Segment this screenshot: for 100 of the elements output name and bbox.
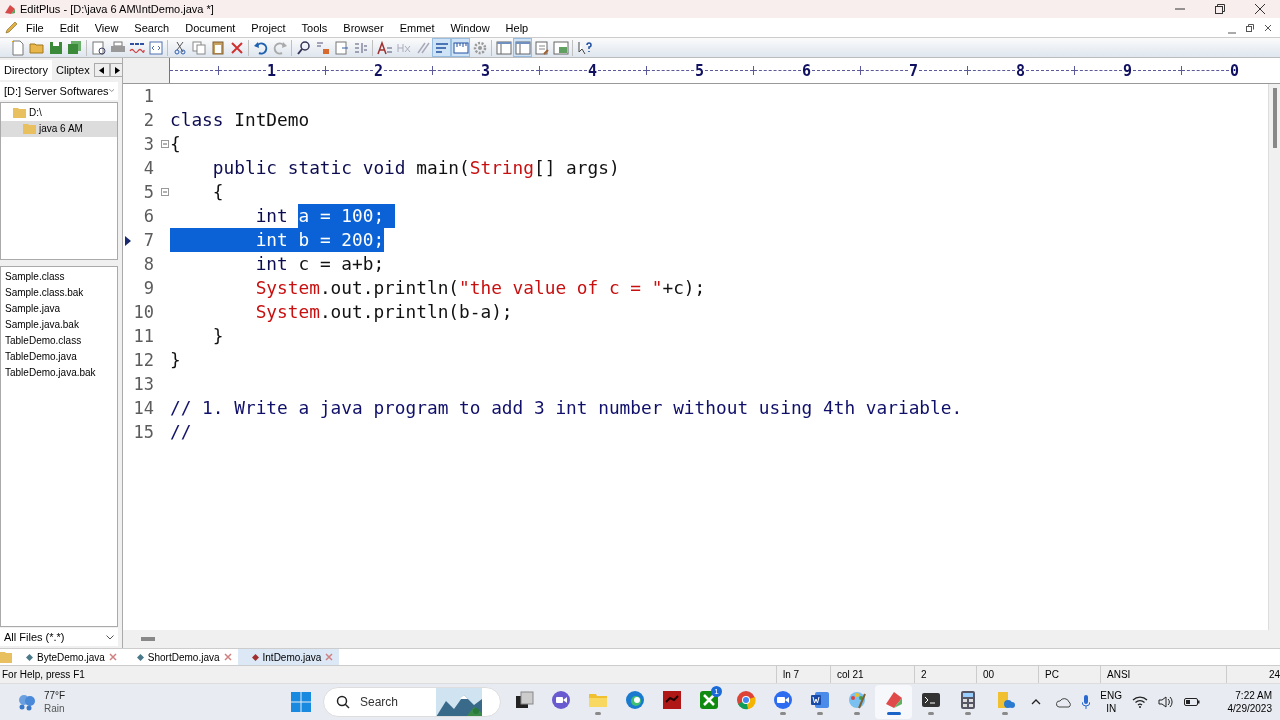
scrollbar-thumb[interactable] [1272,88,1277,148]
word-wrap-button[interactable] [432,38,451,57]
ruler-number: 5 [694,61,705,80]
window-panel-icon [495,39,512,56]
folder-icon [23,123,36,135]
line-number: 2 [142,110,155,130]
chevron-up-icon [1031,699,1042,705]
ruler-number: 8 [1015,61,1026,80]
ruler-button[interactable] [451,38,470,57]
line-number: 15 [132,422,155,442]
tab-label: IntDemo.java [262,651,322,663]
sidebar-tab[interactable]: Directory [0,60,52,80]
language-indicator[interactable]: IN [1106,702,1117,715]
line-number: 8 [142,254,155,274]
menu-item[interactable]: Help [497,21,537,34]
file-list-item[interactable]: Sample.java [5,300,113,317]
file-list-item[interactable]: Sample.class.bak [5,284,113,301]
notes-button[interactable] [532,38,551,57]
notification-badge: 1 [711,686,722,697]
window-panel-button[interactable] [513,38,532,57]
scissors-icon [171,39,188,56]
code-text: int [254,252,288,276]
page-button[interactable] [332,38,351,57]
search-field[interactable]: Search [358,694,428,710]
copy-button[interactable] [189,38,208,57]
folder-tree-item[interactable]: java 6 AM [1,120,117,137]
ruler-number: 3 [480,61,491,80]
ruler-number: 1 [266,61,277,80]
browser-icon [624,689,645,710]
search-box[interactable]: Search [323,687,501,717]
ruler-icon [452,39,469,56]
file-filter-dropdown[interactable]: All Files (*.*) [0,628,118,646]
menu-item[interactable]: Emmet [391,21,443,34]
output-window-button[interactable] [551,38,570,57]
file-list-item[interactable]: Sample.java.bak [5,316,113,333]
menu-item[interactable]: Tools [293,21,336,34]
output-window-icon [552,39,569,56]
code-text: String [469,156,534,180]
code-text: a = 100; [298,204,395,228]
left-arrow-icon [99,66,105,74]
tab-label: ShortDemo.java [147,651,220,663]
line-number: 5 [142,182,155,202]
file-list-item[interactable]: TableDemo.java [5,348,113,365]
folder-name: java 6 AM [39,123,83,135]
wifi-icon[interactable] [1132,696,1148,708]
window-title: EditPlus - [D:\java 6 AM\IntDemo.java *] [20,3,215,15]
menu-item[interactable]: Window [442,21,498,34]
horizontal-scrollbar[interactable] [123,630,1280,648]
close-icon [108,653,117,661]
menu-item[interactable]: Search [126,21,178,34]
delete-icon [228,39,245,56]
code-page-button[interactable] [146,38,165,57]
menu-item[interactable]: View [86,21,127,34]
code-page-icon [147,39,164,56]
fold-toggle-icon[interactable] [160,140,169,148]
page-preview-button[interactable] [89,38,108,57]
file-icon [26,653,33,661]
cloud-sync-icon[interactable] [1056,696,1073,708]
window-panel-button[interactable] [494,38,513,57]
drive-dropdown[interactable]: [D:] Server Softwares [0,82,118,100]
menu-item[interactable]: Edit [51,21,87,34]
menu-item[interactable]: Document [177,21,244,34]
document-tab[interactable]: IntDemo.java [237,649,340,665]
taskbar-app-button[interactable]: 1 [690,685,727,719]
clock-date[interactable]: 4/29/2023 [1227,702,1272,715]
page-preview-icon [90,39,107,56]
vertical-scrollbar[interactable] [1268,84,1280,630]
line-number: 6 [142,206,155,226]
fold-toggle-icon[interactable] [160,188,169,196]
volume-icon[interactable] [1158,696,1174,708]
restore-icon [1245,22,1255,33]
battery-icon[interactable] [1184,697,1200,707]
video-chat-icon [550,689,571,710]
file-list-item[interactable]: TableDemo.java.bak [5,364,113,381]
menu-item[interactable]: Project [243,21,294,34]
redo-icon [271,39,288,56]
line-number: 11 [132,326,155,346]
close-icon [325,653,334,661]
file-list-item[interactable]: Sample.class [5,268,113,285]
line-number: 1 [142,86,155,106]
page-icon [333,39,350,56]
microphone-icon[interactable] [1082,695,1091,709]
menu-item[interactable]: Browser [335,21,392,34]
document-icon [9,39,26,56]
menu-item[interactable]: File [18,21,52,34]
clock-time[interactable]: 7:22 AM [1235,689,1272,702]
scrollbar-thumb[interactable] [141,637,155,641]
folder-tree-item[interactable]: D:\ [1,104,117,121]
windows-logo-icon [290,692,311,712]
file-icon [136,653,144,661]
restore-button[interactable] [1244,21,1256,34]
search-button[interactable] [294,38,313,57]
dropdown-value: All Files (*.*) [4,631,65,643]
chevron-down-icon [108,88,114,94]
notes-icon [533,39,550,56]
floppy-disks-button[interactable] [65,38,84,57]
language-indicator[interactable]: ENG [1100,689,1122,702]
file-list-item[interactable]: TableDemo.class [5,332,113,349]
close-icon [223,653,232,661]
dropdown-value: [D:] Server Softwares [4,85,109,97]
